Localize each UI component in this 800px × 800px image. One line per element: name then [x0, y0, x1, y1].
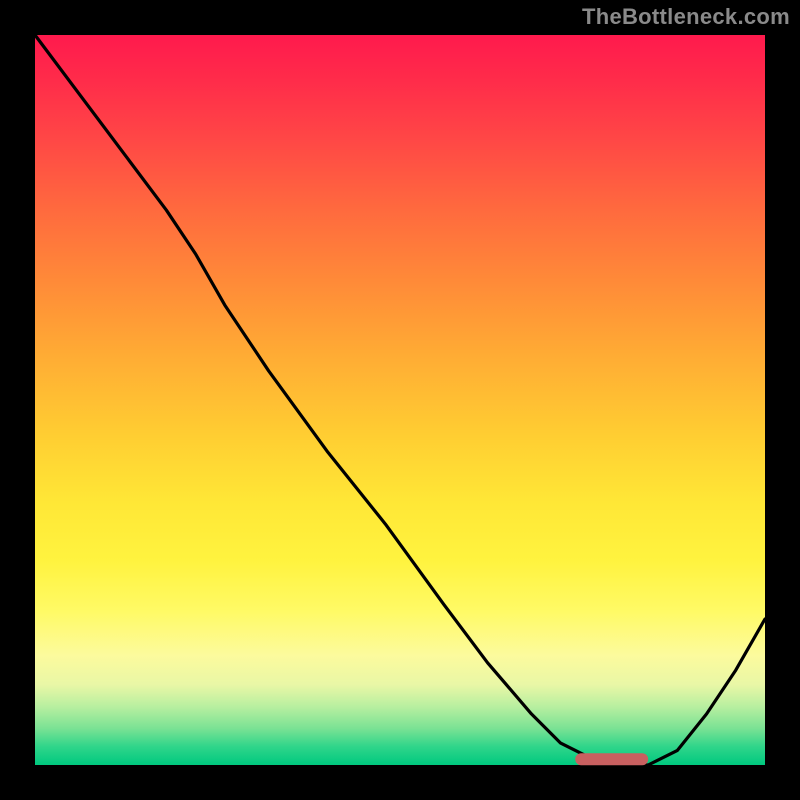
bottleneck-curve [35, 35, 765, 765]
watermark-text: TheBottleneck.com [582, 4, 790, 30]
plot-area [35, 35, 765, 765]
optimal-zone-marker [575, 753, 648, 765]
chart-overlay [35, 35, 765, 765]
chart-container: TheBottleneck.com [0, 0, 800, 800]
